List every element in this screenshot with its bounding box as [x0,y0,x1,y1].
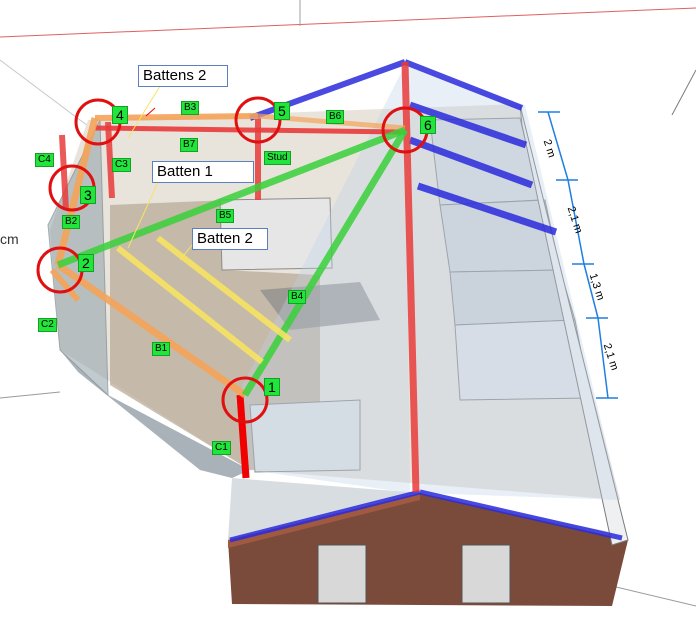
tag-c4: C4 [35,153,54,167]
tag-b6: B6 [326,110,345,124]
callout-battens-2-top: Battens 2 [138,65,228,87]
node-label-3: 3 [80,186,96,204]
node-label-2: 2 [78,254,94,272]
node-label-1: 1 [264,378,280,396]
guide-line [671,69,696,116]
node-label-6: 6 [420,116,436,134]
edge-label-cm: cm [0,231,19,247]
callout-batten-1: Batten 1 [152,161,254,183]
guide-line [611,585,696,607]
sketchup-viewport[interactable]: Battens 2 Batten 1 Batten 2 1 2 3 4 5 6 … [0,0,696,622]
tag-b7: B7 [180,138,199,152]
tag-b3: B3 [181,101,200,115]
gable-window-left [317,544,367,604]
tag-b5: B5 [216,209,235,223]
tag-b1: B1 [152,342,171,356]
guide-line [0,391,61,399]
column-c4 [59,134,69,211]
tag-c2: C2 [38,318,57,332]
callout-batten-2: Batten 2 [192,228,268,250]
tag-stud: Stud [264,151,291,165]
model-scene[interactable] [0,0,696,622]
tag-c1: C1 [212,441,231,455]
axis-line-red [0,7,696,38]
node-label-4: 4 [112,106,128,124]
tag-c3: C3 [112,158,131,172]
roof-plane-right [405,65,620,500]
gable-window-right [461,544,511,604]
tag-b2: B2 [62,215,81,229]
node-label-5: 5 [274,102,290,120]
tag-b4: B4 [288,290,307,304]
